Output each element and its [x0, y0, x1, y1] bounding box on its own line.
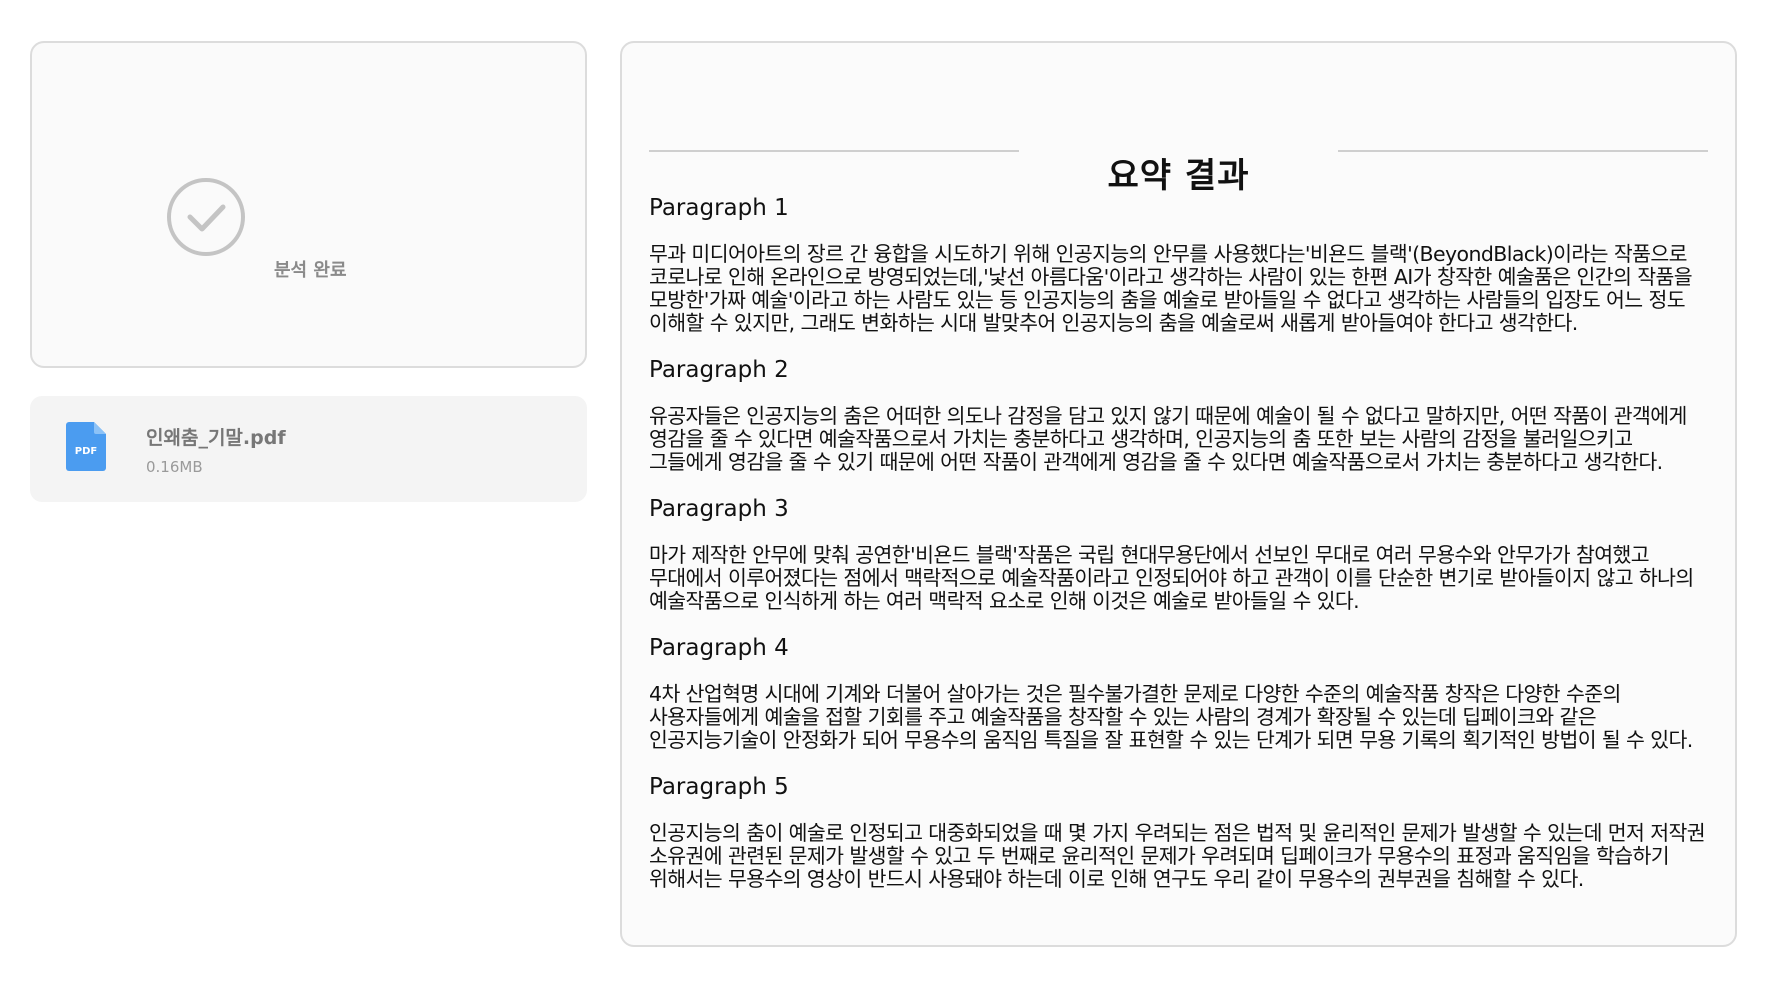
paragraph-body: 인공지능의 춤이 예술로 인정되고 대중화되었을 때 몇 가지 우려되는 점은 …	[649, 821, 1706, 891]
pdf-file-icon: PDF	[66, 422, 106, 471]
summary-content: Paragraph 1 무과 미디어아트의 장르 간 융합을 시도하기 위해 인…	[649, 193, 1708, 911]
paragraph-body: 마가 제작한 안무에 맞춰 공연한'비욘드 블랙'작품은 국립 현대무용단에서 …	[649, 543, 1694, 613]
paragraph-section: Paragraph 5 인공지능의 춤이 예술로 인정되고 대중화되었을 때 몇…	[649, 772, 1708, 891]
file-size: 0.16MB	[146, 458, 203, 476]
summary-title: 요약 결과	[1107, 156, 1250, 196]
summary-title-row: 요약 결과	[649, 103, 1708, 196]
paragraph-heading: Paragraph 2	[649, 357, 789, 383]
paragraph-heading: Paragraph 3	[649, 496, 789, 522]
upload-status-box[interactable]: 분석 완료	[30, 41, 587, 368]
summary-panel[interactable]: 요약 결과 Paragraph 1 무과 미디어아트의 장르 간 융합을 시도하…	[620, 41, 1737, 947]
paragraph-heading: Paragraph 1	[649, 195, 789, 221]
paragraph-heading: Paragraph 4	[649, 635, 789, 661]
paragraph-section: Paragraph 1 무과 미디어아트의 장르 간 융합을 시도하기 위해 인…	[649, 193, 1708, 335]
paragraph-section: Paragraph 4 4차 산업혁명 시대에 기계와 더불어 살아가는 것은 …	[649, 633, 1708, 752]
paragraph-body: 유공자들은 인공지능의 춤은 어떠한 의도나 감정을 담고 있지 않기 때문에 …	[649, 404, 1687, 474]
paragraph-body: 4차 산업혁명 시대에 기계와 더불어 살아가는 것은 필수불가결한 문제로 다…	[649, 682, 1693, 752]
paragraph-heading: Paragraph 5	[649, 774, 789, 800]
check-circle-icon	[167, 178, 245, 256]
title-divider-right	[1338, 150, 1708, 152]
paragraph-section: Paragraph 2 유공자들은 인공지능의 춤은 어떠한 의도나 감정을 담…	[649, 355, 1708, 474]
file-card[interactable]: PDF 인왜춤_기말.pdf 0.16MB	[30, 396, 587, 502]
paragraph-section: Paragraph 3 마가 제작한 안무에 맞춰 공연한'비욘드 블랙'작품은…	[649, 494, 1708, 613]
file-name: 인왜춤_기말.pdf	[146, 427, 286, 449]
analysis-status-text: 분석 완료	[274, 260, 347, 281]
pdf-icon-label: PDF	[75, 446, 97, 457]
paragraph-body: 무과 미디어아트의 장르 간 융합을 시도하기 위해 인공지능의 안무를 사용했…	[649, 242, 1693, 335]
